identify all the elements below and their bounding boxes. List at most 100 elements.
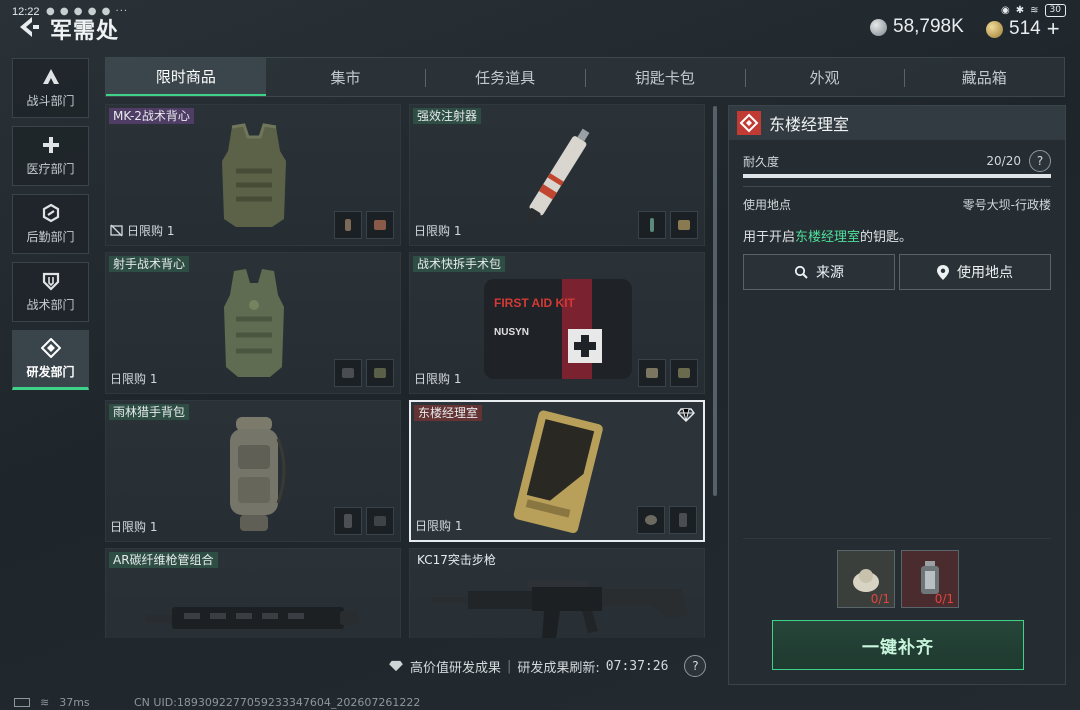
material-slots	[638, 359, 698, 387]
kit-brand: NUSYN	[494, 327, 529, 338]
source-button[interactable]: 来源	[743, 254, 895, 290]
tab-quest-items[interactable]: 任务道具	[425, 58, 585, 96]
auto-fill-button[interactable]: 一键补齐	[772, 620, 1024, 670]
limit-text: 日限购 1	[110, 520, 158, 534]
durability-bar-fill	[743, 174, 1051, 178]
item-name: 强效注射器	[413, 108, 482, 124]
required-material-slot[interactable]: 0/1	[901, 550, 959, 608]
sidebar-item-label: 研发部门	[26, 365, 75, 379]
backpack-icon	[230, 417, 286, 531]
medical-cross-icon	[42, 137, 59, 153]
material-slot[interactable]	[670, 211, 698, 239]
item-name: AR碳纤维枪管组合	[109, 552, 218, 568]
refresh-label: 研发成果刷新:	[517, 660, 600, 676]
item-name: MK-2战术背心	[109, 108, 194, 124]
high-value-gem-icon	[677, 408, 695, 422]
tactical-vest-icon	[224, 269, 284, 377]
item-card-jungle-backpack[interactable]: 雨林猎手背包 日限购 1	[105, 400, 401, 542]
material-slot[interactable]	[334, 211, 362, 239]
item-card-east-manager-room-key[interactable]: 东楼经理室 日限购 1	[409, 400, 705, 542]
material-slots	[334, 507, 394, 535]
category-tabs: 限时商品 集市 任务道具 钥匙卡包 外观 藏品箱	[105, 57, 1065, 97]
material-slot[interactable]	[366, 359, 394, 387]
network-status: ≋ 37ms	[14, 696, 90, 709]
sidebar-item-label: 战术部门	[26, 298, 75, 312]
tab-market[interactable]: 集市	[266, 58, 426, 96]
sidebar-item-tactical[interactable]: 战术部门	[12, 262, 89, 322]
item-card-injector[interactable]: 强效注射器 日限购 1	[409, 104, 705, 246]
required-count: 0/1	[870, 592, 890, 606]
divider	[743, 186, 1051, 187]
item-name: 射手战术背心	[109, 256, 190, 272]
source-button-label: 来源	[816, 265, 844, 281]
gold-coin-icon	[986, 20, 1003, 38]
material-slots	[638, 211, 698, 239]
durability-bar	[743, 174, 1051, 178]
material-slot[interactable]	[637, 506, 665, 534]
purchase-limit: 日限购 1	[110, 222, 174, 239]
use-location-button[interactable]: 使用地点	[899, 254, 1051, 290]
material-slot[interactable]	[669, 506, 697, 534]
limit-text: 日限购 1	[414, 224, 462, 238]
item-card-surgery-kit[interactable]: FIRST AID KIT NUSYN 战术快拆手术包 日限购 1	[409, 252, 705, 394]
durability-help-button[interactable]: ?	[1029, 150, 1051, 172]
help-button[interactable]: ?	[684, 655, 707, 677]
purchase-limit: 日限购 1	[414, 222, 461, 239]
tab-collection-box[interactable]: 藏品箱	[904, 58, 1064, 96]
required-material-slot[interactable]: 0/1	[837, 550, 895, 608]
sidebar-item-medical[interactable]: 医疗部门	[12, 126, 89, 186]
desc-highlight: 东楼经理室	[795, 230, 861, 245]
currency-premium[interactable]: 514 +	[986, 16, 1060, 42]
wifi-icon: ≋	[1030, 5, 1039, 16]
add-currency-button[interactable]: +	[1047, 16, 1060, 42]
item-card-kc17-rifle[interactable]: KC17突击步枪	[409, 548, 705, 638]
back-arrow-icon[interactable]	[14, 14, 40, 40]
sidebar-item-label: 医疗部门	[26, 162, 75, 176]
high-value-gem-icon	[389, 660, 403, 672]
tactical-vest-icon	[222, 123, 286, 227]
material-slot[interactable]	[334, 359, 362, 387]
detail-title: 东楼经理室	[769, 115, 850, 134]
material-slot[interactable]	[366, 507, 394, 535]
material-slots	[334, 211, 394, 239]
item-card-marksman-vest[interactable]: 射手战术背心 日限购 1	[105, 252, 401, 394]
combat-icon	[42, 69, 59, 84]
location-label: 使用地点	[743, 198, 792, 212]
user-uid: CN UID:1893092277059233347604_2026072612…	[134, 696, 421, 709]
tab-key-cards[interactable]: 钥匙卡包	[585, 58, 745, 96]
item-card-ar-barrel[interactable]: AR碳纤维枪管组合	[105, 548, 401, 638]
coin-balance: 58,798K	[893, 16, 964, 37]
bluetooth-icon: ✱	[1015, 5, 1025, 16]
item-name: 东楼经理室	[414, 405, 483, 421]
sidebar-item-label: 后勤部门	[26, 230, 75, 244]
material-slot[interactable]	[334, 507, 362, 535]
tactical-shield-icon	[42, 272, 59, 291]
material-slot[interactable]	[670, 359, 698, 387]
sidebar-item-logistics[interactable]: 后勤部门	[12, 194, 89, 254]
tab-cosmetics[interactable]: 外观	[744, 58, 905, 96]
first-aid-kit-icon: FIRST AID KIT NUSYN	[484, 279, 632, 379]
material-slot[interactable]	[366, 211, 394, 239]
location-pin-icon	[937, 264, 949, 280]
grid-scrollbar[interactable]	[713, 106, 717, 496]
purchase-limit: 日限购 1	[415, 517, 462, 534]
location-value: 零号大坝-行政楼	[962, 198, 1051, 212]
item-card-mk2-vest[interactable]: MK-2战术背心 日限购 1	[105, 104, 401, 246]
material-slot[interactable]	[638, 211, 666, 239]
limit-text: 日限购 1	[127, 224, 175, 238]
required-count: 0/1	[934, 592, 954, 606]
purchase-limit: 日限购 1	[110, 518, 157, 535]
logistics-icon	[42, 203, 59, 223]
sidebar-item-combat[interactable]: 战斗部门	[12, 58, 89, 118]
material-slot[interactable]	[638, 359, 666, 387]
durability-label: 耐久度	[743, 154, 780, 169]
sidebar-item-label: 战斗部门	[26, 94, 75, 108]
purchase-limit: 日限购 1	[110, 370, 157, 387]
tab-limited[interactable]: 限时商品	[106, 58, 266, 96]
eye-icon: ◉	[1001, 5, 1010, 16]
limit-text: 日限购 1	[414, 372, 462, 386]
wifi-icon: ≋	[40, 696, 50, 709]
key-category-icon	[737, 111, 761, 135]
divider	[743, 538, 1051, 539]
sidebar-item-research[interactable]: 研发部门	[12, 330, 89, 390]
